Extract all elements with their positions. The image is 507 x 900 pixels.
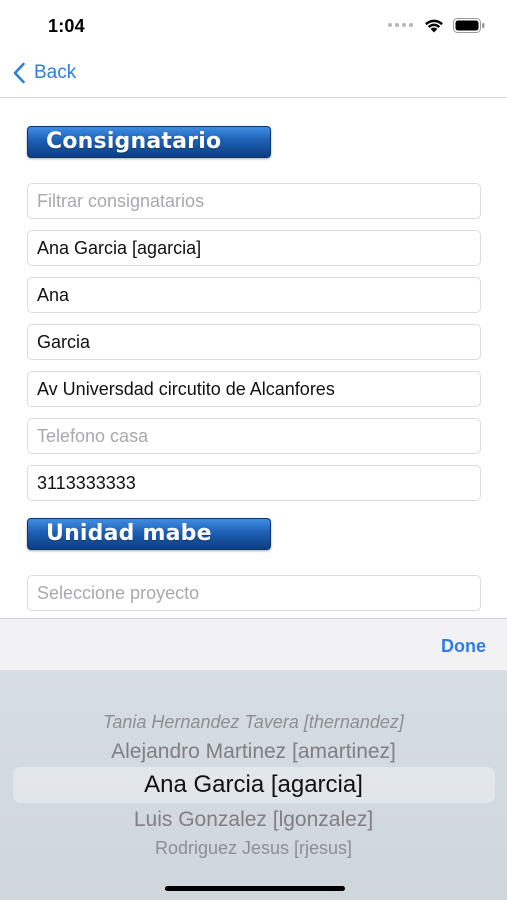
status-indicators xyxy=(388,17,485,33)
chevron-left-icon xyxy=(13,62,25,84)
first-name-field[interactable]: Ana xyxy=(27,277,481,313)
picker-option-selected[interactable]: Ana Garcia [agarcia] xyxy=(0,771,507,799)
back-button[interactable]: Back xyxy=(12,62,76,84)
last-name-field[interactable]: Garcia xyxy=(27,324,481,360)
status-bar: 1:04 xyxy=(0,0,507,52)
address-field[interactable]: Av Universdad circutito de Alcanfores xyxy=(27,371,481,407)
filter-consignee-input[interactable]: Filtrar consignatarios xyxy=(27,183,481,219)
navigation-bar: Back xyxy=(0,52,507,98)
home-phone-field[interactable]: Telefono casa xyxy=(27,418,481,454)
mobile-phone-field[interactable]: 3113333333 xyxy=(27,465,481,501)
picker-option[interactable]: Rodriguez Jesus [rjesus] xyxy=(0,838,507,859)
consignee-picker-wheel[interactable]: Tania Hernandez Tavera [thernandez] Alej… xyxy=(0,670,507,900)
picker-option[interactable]: Luis Gonzalez [lgonzalez] xyxy=(0,808,507,832)
done-button[interactable]: Done xyxy=(441,636,486,657)
wifi-icon xyxy=(425,19,443,33)
battery-icon xyxy=(453,17,485,33)
consignee-select-field[interactable]: Ana Garcia [agarcia] xyxy=(27,230,481,266)
status-time: 1:04 xyxy=(48,16,85,36)
picker-option[interactable]: Tania Hernandez Tavera [thernandez] xyxy=(0,712,507,733)
home-indicator xyxy=(165,886,345,891)
picker-option[interactable]: Alejandro Martinez [amartinez] xyxy=(0,740,507,764)
picker-toolbar: Done xyxy=(0,618,507,670)
project-select-field[interactable]: Seleccione proyecto xyxy=(27,575,481,611)
cellular-signal-icon xyxy=(388,23,413,27)
section-header-unidad-mabe: Unidad mabe xyxy=(27,518,271,550)
section-header-consignatario: Consignatario xyxy=(27,126,271,158)
back-label: Back xyxy=(34,62,77,83)
